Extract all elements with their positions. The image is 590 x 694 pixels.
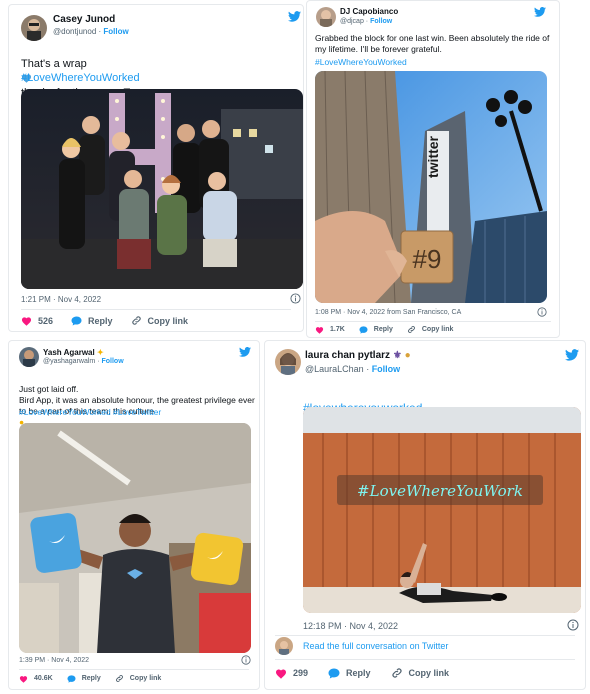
reply-button[interactable]: Reply (328, 668, 371, 679)
divider (19, 669, 249, 670)
emoji-icon: ● (404, 350, 411, 361)
reply-label: Reply (81, 675, 101, 682)
reply-label: Reply (373, 326, 393, 333)
twitter-logo-icon[interactable] (534, 7, 546, 17)
author-handle: @djcap · Follow (340, 18, 393, 25)
timestamp[interactable]: 1:39 PM · Nov 4, 2022 (19, 657, 89, 664)
hashtag-link[interactable]: #LoveWhereYouWorked (21, 71, 140, 85)
divider (275, 659, 575, 660)
link-icon (115, 675, 123, 682)
author-name[interactable]: Yash Agarwal ✦ (43, 348, 104, 357)
reply-label: Reply (88, 315, 113, 326)
neon-sign-text: #LoveWhereYouWork (357, 482, 523, 500)
copy-link-button[interactable]: Copy link (115, 674, 162, 683)
read-conversation-link[interactable]: Read the full conversation on Twitter (303, 641, 448, 651)
action-bar: 40.6K Reply Copy link (19, 674, 179, 683)
like-count: 40.6K (34, 675, 53, 682)
reply-bubble-icon (359, 325, 368, 334)
link-icon (131, 316, 141, 325)
divider (21, 309, 291, 310)
copy-link-button[interactable]: Copy link (131, 315, 189, 326)
author-name[interactable]: DJ Capobianco (340, 7, 398, 16)
timestamp[interactable]: 1:21 PM · Nov 4, 2022 (21, 295, 101, 304)
block-label: #9 (413, 244, 442, 274)
heart-icon (315, 326, 324, 334)
copy-link-label: Copy link (129, 675, 162, 682)
action-bar: 526 Reply Copy link (21, 315, 206, 326)
handle-text[interactable]: @djcap (340, 18, 364, 25)
author-name[interactable]: laura chan pytlarz ⚜ ● (305, 350, 411, 361)
info-icon[interactable] (537, 307, 547, 317)
neon-sign-photo[interactable]: #LoveWhereYouWork (303, 407, 581, 613)
author-name[interactable]: Casey Junod (53, 14, 115, 25)
divider (315, 321, 551, 322)
copy-link-label: Copy link (408, 668, 450, 678)
like-count: 1.7K (330, 326, 345, 333)
reply-label: Reply (346, 668, 371, 678)
office-photo[interactable] (19, 423, 251, 653)
building-photo[interactable]: twitter #9 (315, 71, 547, 303)
heart-icon (276, 669, 286, 679)
hashtag-link[interactable]: #LoveWhereYouWorked (315, 57, 407, 68)
like-button[interactable]: 1.7K (315, 326, 345, 334)
avatar[interactable] (21, 15, 47, 41)
avatar[interactable] (316, 7, 336, 27)
avatar[interactable] (275, 349, 301, 375)
twitter-logo-icon[interactable] (565, 349, 579, 361)
avatar[interactable] (19, 347, 39, 367)
follow-button[interactable]: Follow (103, 27, 128, 36)
copy-link-label: Copy link (147, 315, 189, 326)
like-button[interactable]: 299 (275, 668, 308, 679)
tweet-card-laura: laura chan pytlarz ⚜ ● @LauraLChan · Fol… (264, 340, 586, 690)
author-handle: @dontjunod · Follow (53, 27, 129, 36)
tweet-card-yash: Yash Agarwal ✦ @yashagarwalm · Follow Ju… (8, 340, 260, 690)
group-photo[interactable] (21, 89, 303, 289)
building-sign: twitter (425, 135, 441, 178)
follow-button[interactable]: Follow (101, 358, 123, 365)
twitter-logo-icon[interactable] (239, 347, 251, 357)
reply-bubble-icon (328, 668, 340, 678)
like-count: 526 (38, 315, 54, 326)
follow-button[interactable]: Follow (370, 18, 392, 25)
handle-text[interactable]: @dontjunod (53, 27, 96, 36)
author-handle: @yashagarwalm · Follow (43, 358, 124, 365)
heart-icon (19, 675, 28, 683)
copy-link-button[interactable]: Copy link (407, 325, 454, 334)
reply-button[interactable]: Reply (359, 325, 393, 334)
tweet-card-djcap: DJ Capobianco @djcap · Follow Grabbed th… (306, 0, 560, 338)
divider (275, 635, 575, 636)
like-button[interactable]: 40.6K (19, 675, 53, 683)
fleur-de-lis-icon: ⚜ (392, 350, 402, 361)
author-handle: @LauraLChan · Follow (305, 364, 401, 374)
twitter-logo-icon[interactable] (288, 11, 301, 22)
timestamp[interactable]: 12:18 PM · Nov 4, 2022 (303, 621, 398, 631)
reply-bubble-icon (67, 674, 76, 683)
copy-link-button[interactable]: Copy link (391, 667, 450, 679)
reply-bubble-icon (71, 315, 82, 326)
action-bar: 1.7K Reply Copy link (315, 325, 471, 334)
link-icon (407, 326, 415, 333)
link-icon (391, 668, 402, 678)
heart-icon (21, 316, 32, 326)
tweet-card-casey: Casey Junod @dontjunod · Follow That's a… (8, 4, 304, 332)
tweet-text: Grabbed the block for one last win. Been… (315, 33, 550, 55)
copy-link-label: Copy link (421, 326, 454, 333)
reply-button[interactable]: Reply (71, 316, 113, 326)
sparkle-icon: ✦ (96, 348, 104, 357)
reply-button[interactable]: Reply (67, 674, 101, 683)
handle-text[interactable]: @yashagarwalm (43, 358, 95, 365)
action-bar: 299 Reply Copy link (275, 667, 467, 679)
conversation-avatar[interactable] (275, 637, 293, 655)
handle-text[interactable]: @LauraLChan (305, 364, 364, 374)
hashtag-links[interactable]: #LoveWhereYouWorked #LoveTwitter (19, 407, 161, 418)
like-count: 299 (293, 668, 309, 678)
follow-button[interactable]: Follow (372, 364, 401, 374)
info-icon[interactable] (567, 619, 579, 631)
like-button[interactable]: 526 (21, 316, 53, 326)
info-icon[interactable] (241, 655, 251, 665)
info-icon[interactable] (290, 293, 301, 304)
timestamp[interactable]: 1:08 PM · Nov 4, 2022 from San Francisco… (315, 309, 461, 316)
